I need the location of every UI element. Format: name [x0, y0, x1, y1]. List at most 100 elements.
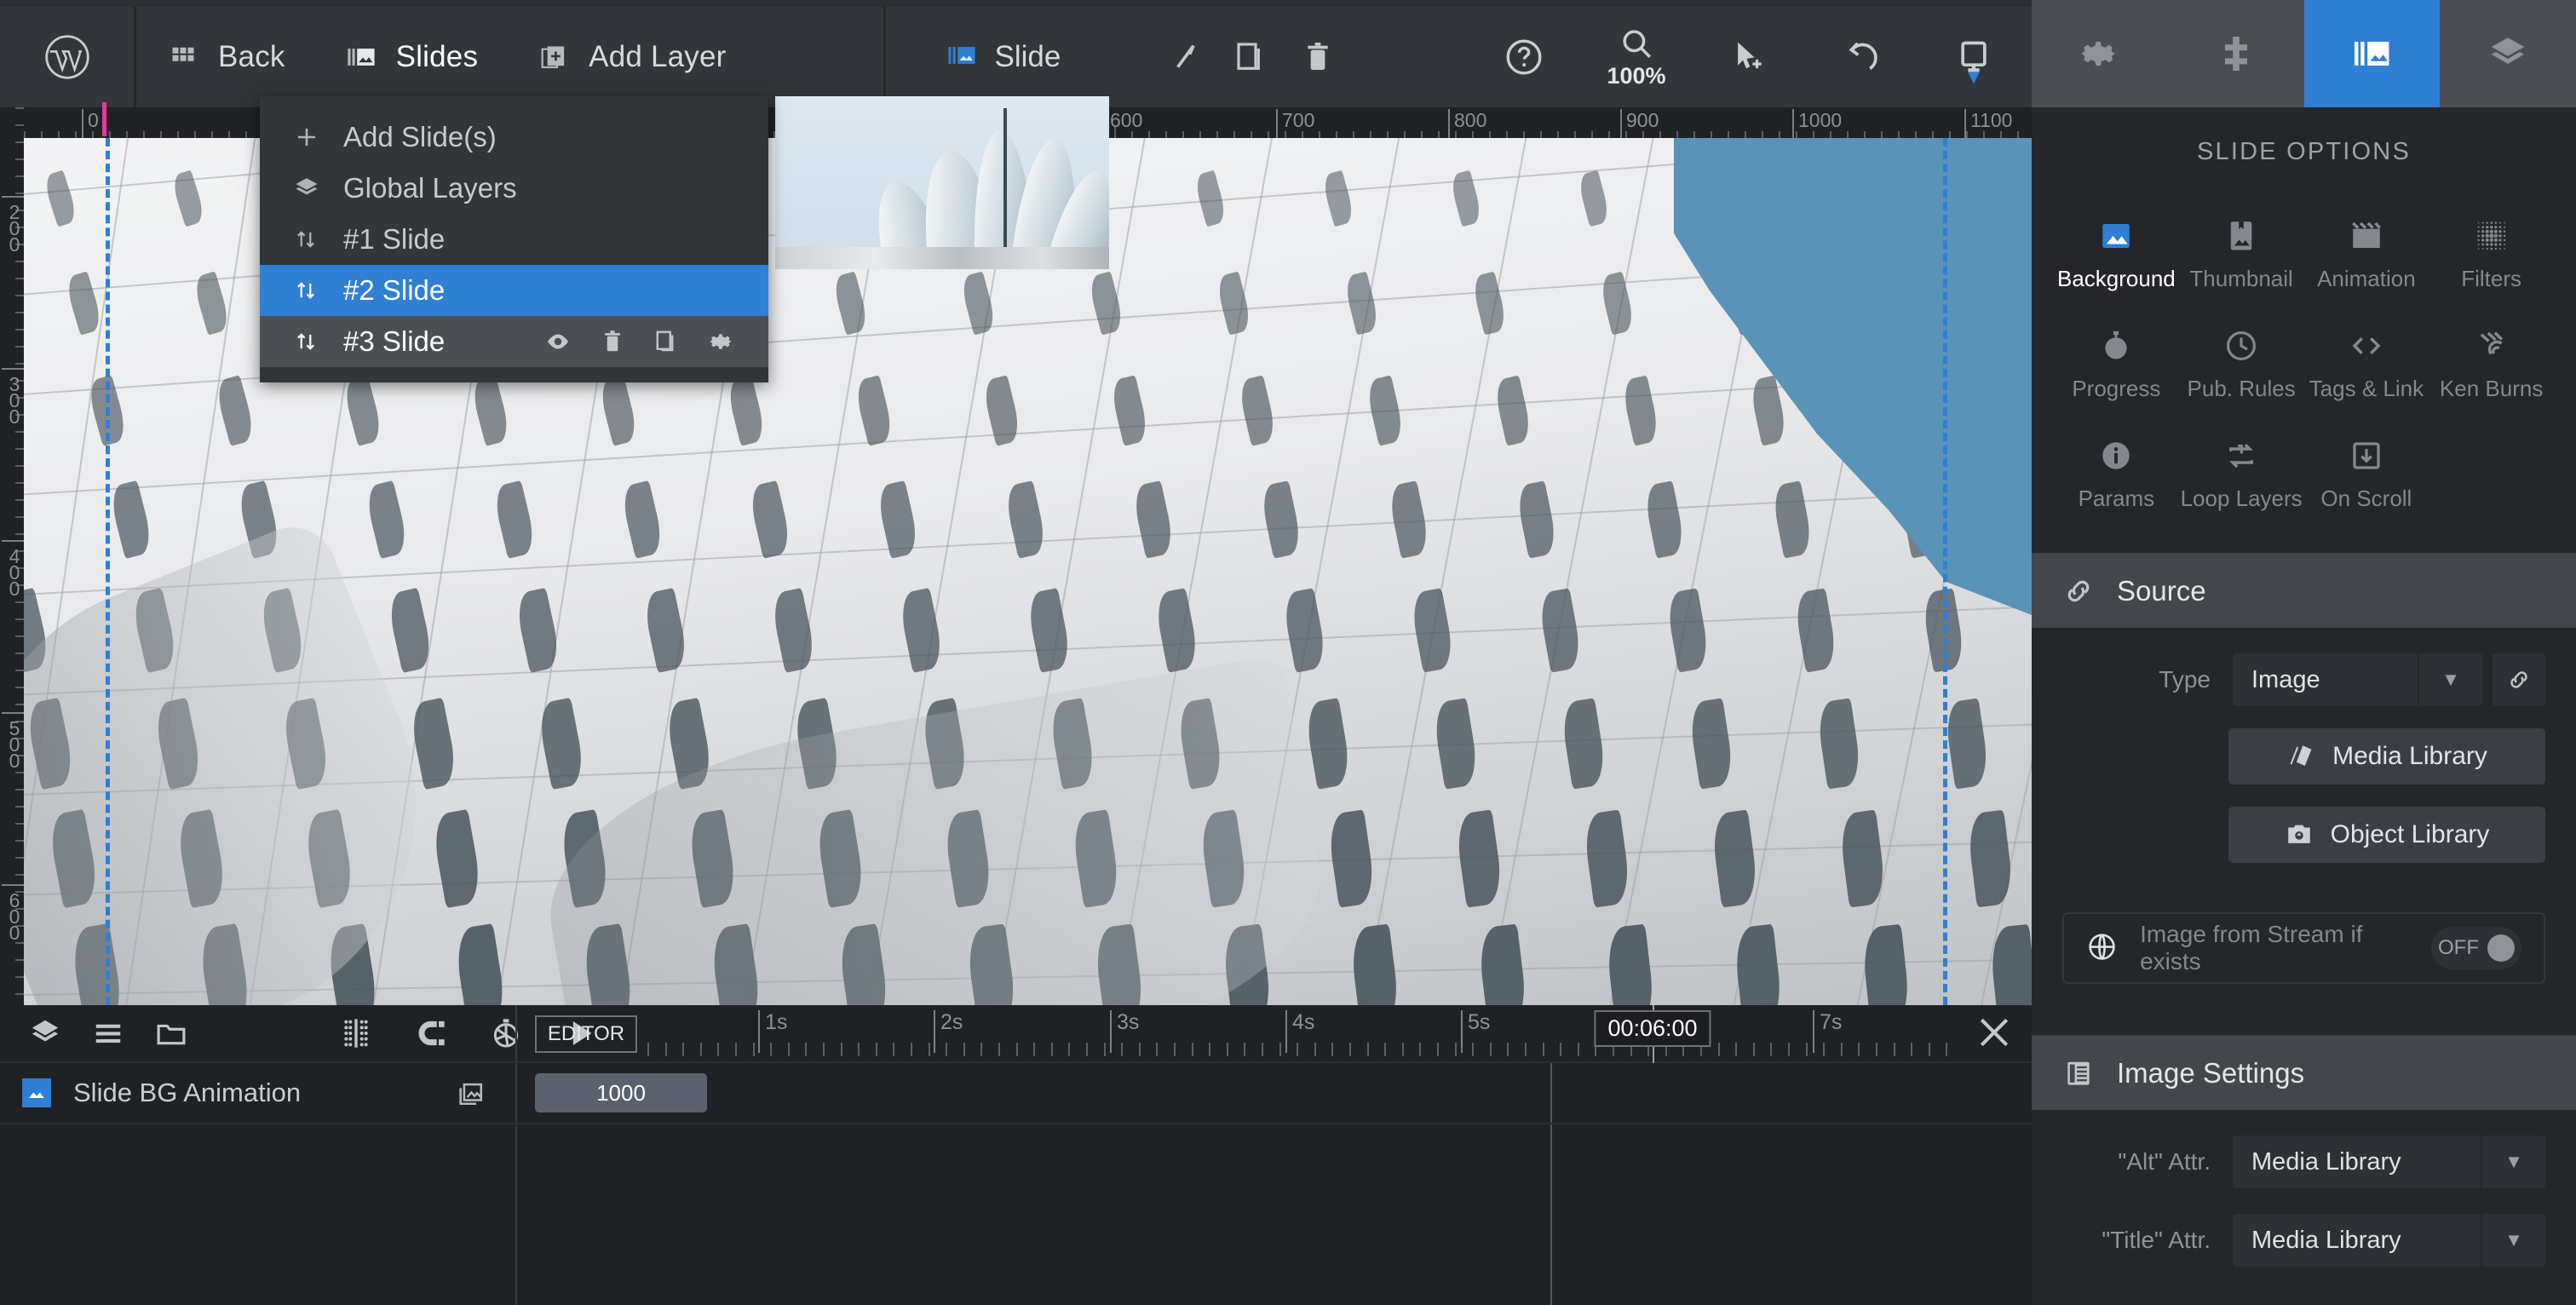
chevron-down-icon[interactable]: ▼	[2481, 1214, 2545, 1267]
plus-icon	[294, 124, 343, 150]
tab-layout[interactable]	[2168, 0, 2304, 107]
slides-dropdown-menu: Add Slide(s) Global Layers #1 Slide #2 S…	[260, 96, 768, 382]
option-loop-layers[interactable]: Loop Layers	[2179, 421, 2304, 531]
option-label: Animation	[2317, 266, 2416, 291]
cursor-add-button[interactable]	[1722, 38, 1776, 76]
option-background[interactable]: Background	[2054, 201, 2179, 311]
media-icon[interactable]	[456, 1078, 485, 1107]
device-preview-button[interactable]: ▼	[1946, 38, 2001, 88]
facade-recess	[831, 271, 871, 336]
facade-recess	[1476, 923, 1530, 1005]
timeline-ruler-label: 7s	[1820, 1010, 1843, 1034]
close-icon[interactable]	[1975, 1014, 2013, 1051]
media-library-button[interactable]: Media Library	[2228, 728, 2545, 785]
facade-recess	[469, 374, 513, 446]
vertical-ruler: 200 300 400 500 600	[0, 107, 24, 1005]
option-filters[interactable]: Filters	[2429, 201, 2554, 311]
eye-icon[interactable]	[545, 329, 571, 354]
timeline-layer-row[interactable]: Slide BG Animation 1000	[0, 1063, 2032, 1124]
title-attr-value: Media Library	[2233, 1214, 2481, 1267]
panel-title: SLIDE OPTIONS	[2197, 137, 2411, 165]
option-on-scroll[interactable]: On Scroll	[2304, 421, 2429, 531]
pencil-icon[interactable]	[1168, 40, 1202, 74]
gear-icon[interactable]	[709, 329, 734, 354]
guide-line-left[interactable]	[106, 138, 110, 1005]
menu-item-slide-2[interactable]: #2 Slide	[260, 265, 768, 316]
image-settings-header[interactable]: Image Settings	[2032, 1035, 2576, 1110]
facade-recess	[1620, 375, 1662, 446]
timeline-toolbar: EDITOR 1s2s3s4s5s7s8s00:06:00	[0, 1005, 2032, 1063]
source-type-row: Type Image ▼	[2032, 653, 2576, 706]
facade-recess	[1408, 588, 1456, 673]
download-box-icon	[2347, 436, 2386, 475]
trash-icon[interactable]	[1301, 40, 1335, 74]
folder-icon[interactable]	[155, 1017, 187, 1049]
facade-recess	[724, 375, 768, 446]
option-ken-burns[interactable]: Ken Burns	[2429, 311, 2554, 421]
source-section-header[interactable]: Source	[2032, 553, 2576, 628]
tab-layers[interactable]	[2440, 0, 2576, 107]
trash-icon[interactable]	[600, 329, 625, 354]
facade-recess	[1258, 480, 1304, 559]
slides-menu-button[interactable]: Slides	[314, 7, 508, 107]
option-progress[interactable]: Progress	[2054, 311, 2179, 421]
back-button[interactable]: Back	[136, 7, 314, 107]
type-select[interactable]: Image ▼	[2233, 653, 2545, 706]
timeline-ruler[interactable]: 1s2s3s4s5s7s8s00:06:00	[647, 1005, 1955, 1063]
camera-icon	[2285, 820, 2314, 849]
zoom-control[interactable]: 100%	[1607, 26, 1666, 89]
magnet-icon[interactable]	[414, 1016, 448, 1050]
facade-recess	[1942, 698, 1992, 790]
kenburns-icon	[2472, 326, 2511, 365]
facade-recess	[1025, 588, 1073, 674]
add-layer-button[interactable]: Add Layer	[507, 7, 755, 107]
chevron-down-icon[interactable]: ▼	[2418, 653, 2482, 706]
wordpress-logo-icon[interactable]	[0, 7, 136, 107]
help-button[interactable]	[1497, 37, 1551, 78]
menu-item-add-slides[interactable]: Add Slide(s)	[260, 112, 768, 163]
stream-toggle-row[interactable]: Image from Stream if exists OFF	[2062, 912, 2545, 984]
document-icon	[2062, 1057, 2095, 1089]
link-icon	[2062, 575, 2095, 607]
object-library-label: Object Library	[2330, 820, 2490, 848]
layer-name: Slide BG Animation	[73, 1078, 302, 1107]
snap-icon[interactable]	[339, 1016, 373, 1050]
image-icon	[22, 1078, 51, 1107]
option-tags-link[interactable]: Tags & Link	[2304, 311, 2429, 421]
menu-item-slide-3[interactable]: #3 Slide	[260, 316, 768, 367]
facade-recess	[341, 374, 385, 446]
facade-recess	[1003, 480, 1049, 559]
duplicate-icon[interactable]	[1234, 40, 1268, 74]
link-icon[interactable]	[2493, 653, 2545, 706]
slide-label: Slide	[994, 40, 1061, 73]
facade-recess	[1604, 923, 1658, 1005]
option-animation[interactable]: Animation	[2304, 201, 2429, 311]
tab-slide[interactable]	[2303, 0, 2441, 107]
tab-settings[interactable]	[2032, 0, 2168, 107]
layers-icon[interactable]	[29, 1017, 61, 1049]
layer-duration-bar[interactable]: 1000	[535, 1073, 707, 1112]
object-library-button[interactable]: Object Library	[2228, 807, 2545, 863]
list-icon[interactable]	[92, 1017, 124, 1049]
option-pub-rules[interactable]: Pub. Rules	[2179, 311, 2304, 421]
alt-attr-value: Media Library	[2233, 1135, 2481, 1188]
facade-recess	[1965, 809, 2015, 908]
title-attr-select[interactable]: Media Library ▼	[2233, 1214, 2545, 1267]
facade-recess	[1732, 923, 1785, 1005]
timecode-readout[interactable]: 00:06:00	[1594, 1010, 1711, 1047]
chevron-down-icon[interactable]: ▼	[2481, 1135, 2545, 1188]
undo-button[interactable]	[1834, 38, 1889, 76]
facade-recess	[1514, 480, 1559, 559]
editor-toggle-button[interactable]: EDITOR	[535, 1015, 637, 1053]
duplicate-icon[interactable]	[654, 329, 680, 354]
slide-icon	[947, 41, 976, 74]
menu-item-slide-1[interactable]: #1 Slide	[260, 214, 768, 265]
alt-attr-select[interactable]: Media Library ▼	[2233, 1135, 2545, 1188]
ruler-label: 900	[1626, 109, 1659, 131]
stream-toggle-switch[interactable]: OFF	[2431, 927, 2521, 969]
timer-icon[interactable]	[489, 1016, 523, 1050]
menu-item-global-layers[interactable]: Global Layers	[260, 163, 768, 214]
option-thumbnail[interactable]: Thumbnail	[2179, 201, 2304, 311]
option-params[interactable]: Params	[2054, 421, 2179, 531]
guide-line-right[interactable]	[1943, 138, 1947, 1005]
